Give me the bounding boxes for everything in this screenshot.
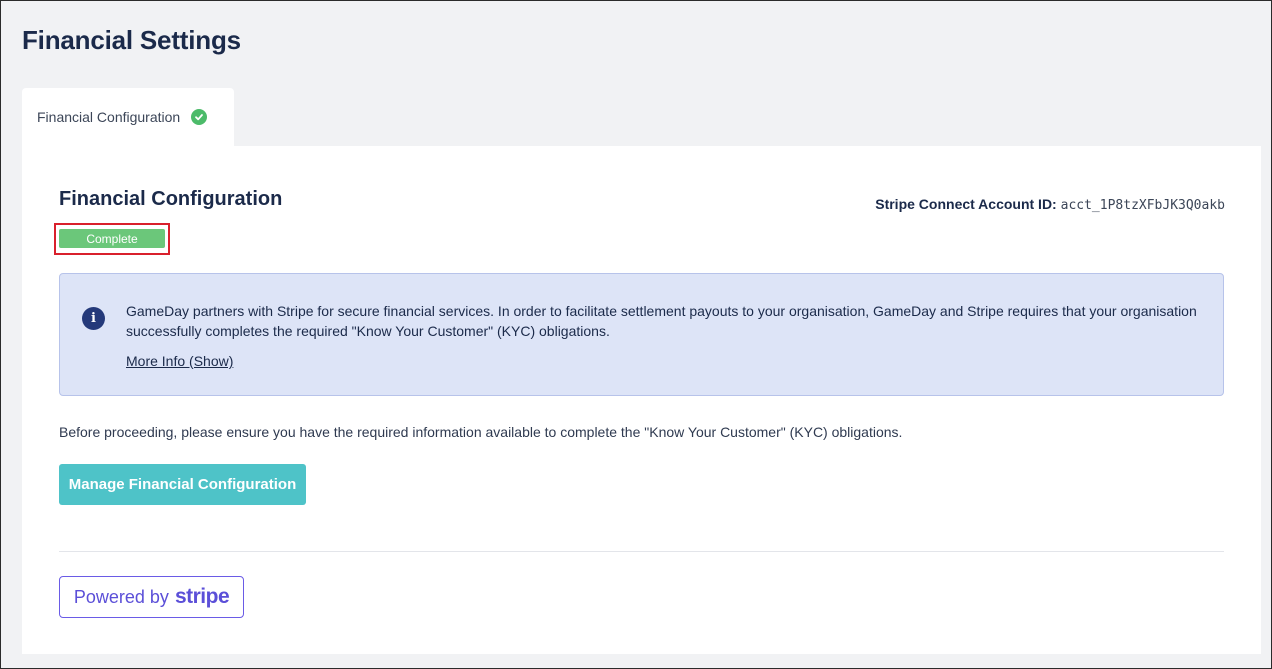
kyc-note: Before proceeding, please ensure you hav… <box>59 424 903 440</box>
check-circle-icon <box>191 109 208 125</box>
stripe-logo: stripe <box>174 585 230 608</box>
info-text: GameDay partners with Stripe for secure … <box>126 303 1197 339</box>
section-title: Financial Configuration <box>59 188 283 210</box>
powered-by-stripe-badge[interactable]: Powered by stripe <box>59 576 244 618</box>
manage-financial-configuration-button[interactable]: Manage Financial Configuration <box>59 464 306 505</box>
content-panel: Financial Configuration Stripe Connect A… <box>22 146 1261 654</box>
page-title: Financial Settings <box>22 25 241 55</box>
tab-financial-configuration[interactable]: Financial Configuration <box>22 88 234 146</box>
tab-label: Financial Configuration <box>37 109 181 125</box>
stripe-account-id: Stripe Connect Account ID: acct_1P8tzXFb… <box>875 196 1225 213</box>
divider <box>59 551 1224 552</box>
more-info-link[interactable]: More Info (Show) <box>126 353 233 369</box>
powered-by-prefix: Powered by <box>73 586 169 607</box>
info-icon: i <box>82 307 105 330</box>
app-frame: Financial Settings Financial Configurati… <box>0 0 1272 669</box>
status-badge: Complete <box>59 229 165 248</box>
info-callout: i GameDay partners with Stripe for secur… <box>59 273 1224 396</box>
stripe-account-id-label: Stripe Connect Account ID: <box>875 196 1057 212</box>
stripe-account-id-value: acct_1P8tzXFbJK3Q0akb <box>1060 198 1225 213</box>
